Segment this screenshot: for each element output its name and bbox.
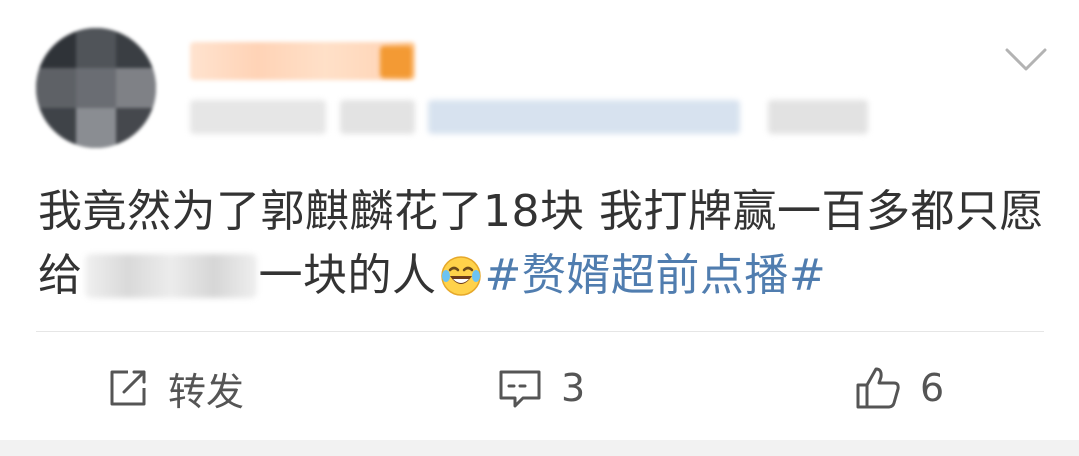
repost-button[interactable]: 转发 <box>106 360 244 416</box>
post-text: 我竟然为了郭麒麟花了18块 我打牌赢一百多都只愿给 一块的人 #赘婿超前点播# <box>38 180 1048 308</box>
divider <box>36 331 1044 332</box>
post-source-blurred[interactable] <box>428 100 740 134</box>
post-time-blurred <box>190 100 326 134</box>
like-button[interactable]: 6 <box>854 360 944 416</box>
laughing-crying-emoji-icon <box>439 252 483 296</box>
comment-count: 3 <box>561 366 586 410</box>
card-separator <box>0 440 1079 456</box>
comment-button[interactable]: 3 <box>497 360 585 416</box>
vip-badge-icon <box>380 46 412 78</box>
comment-icon <box>497 366 543 410</box>
post-extra-blurred <box>768 100 868 134</box>
redacted-mention <box>84 254 257 298</box>
like-count: 6 <box>920 366 945 410</box>
hashtag-link[interactable]: #赘婿超前点播# <box>485 250 827 301</box>
avatar[interactable] <box>36 28 156 148</box>
repost-label: 转发 <box>168 369 245 414</box>
repost-icon <box>106 366 150 410</box>
chevron-down-icon[interactable] <box>1004 46 1048 74</box>
post-text-part2: 一块的人 <box>258 250 437 301</box>
post-time-detail-blurred <box>340 100 415 134</box>
weibo-post-card: 我竟然为了郭麒麟花了18块 我打牌赢一百多都只愿给 一块的人 #赘婿超前点播# 转… <box>0 0 1079 440</box>
thumbs-up-icon <box>854 365 902 411</box>
